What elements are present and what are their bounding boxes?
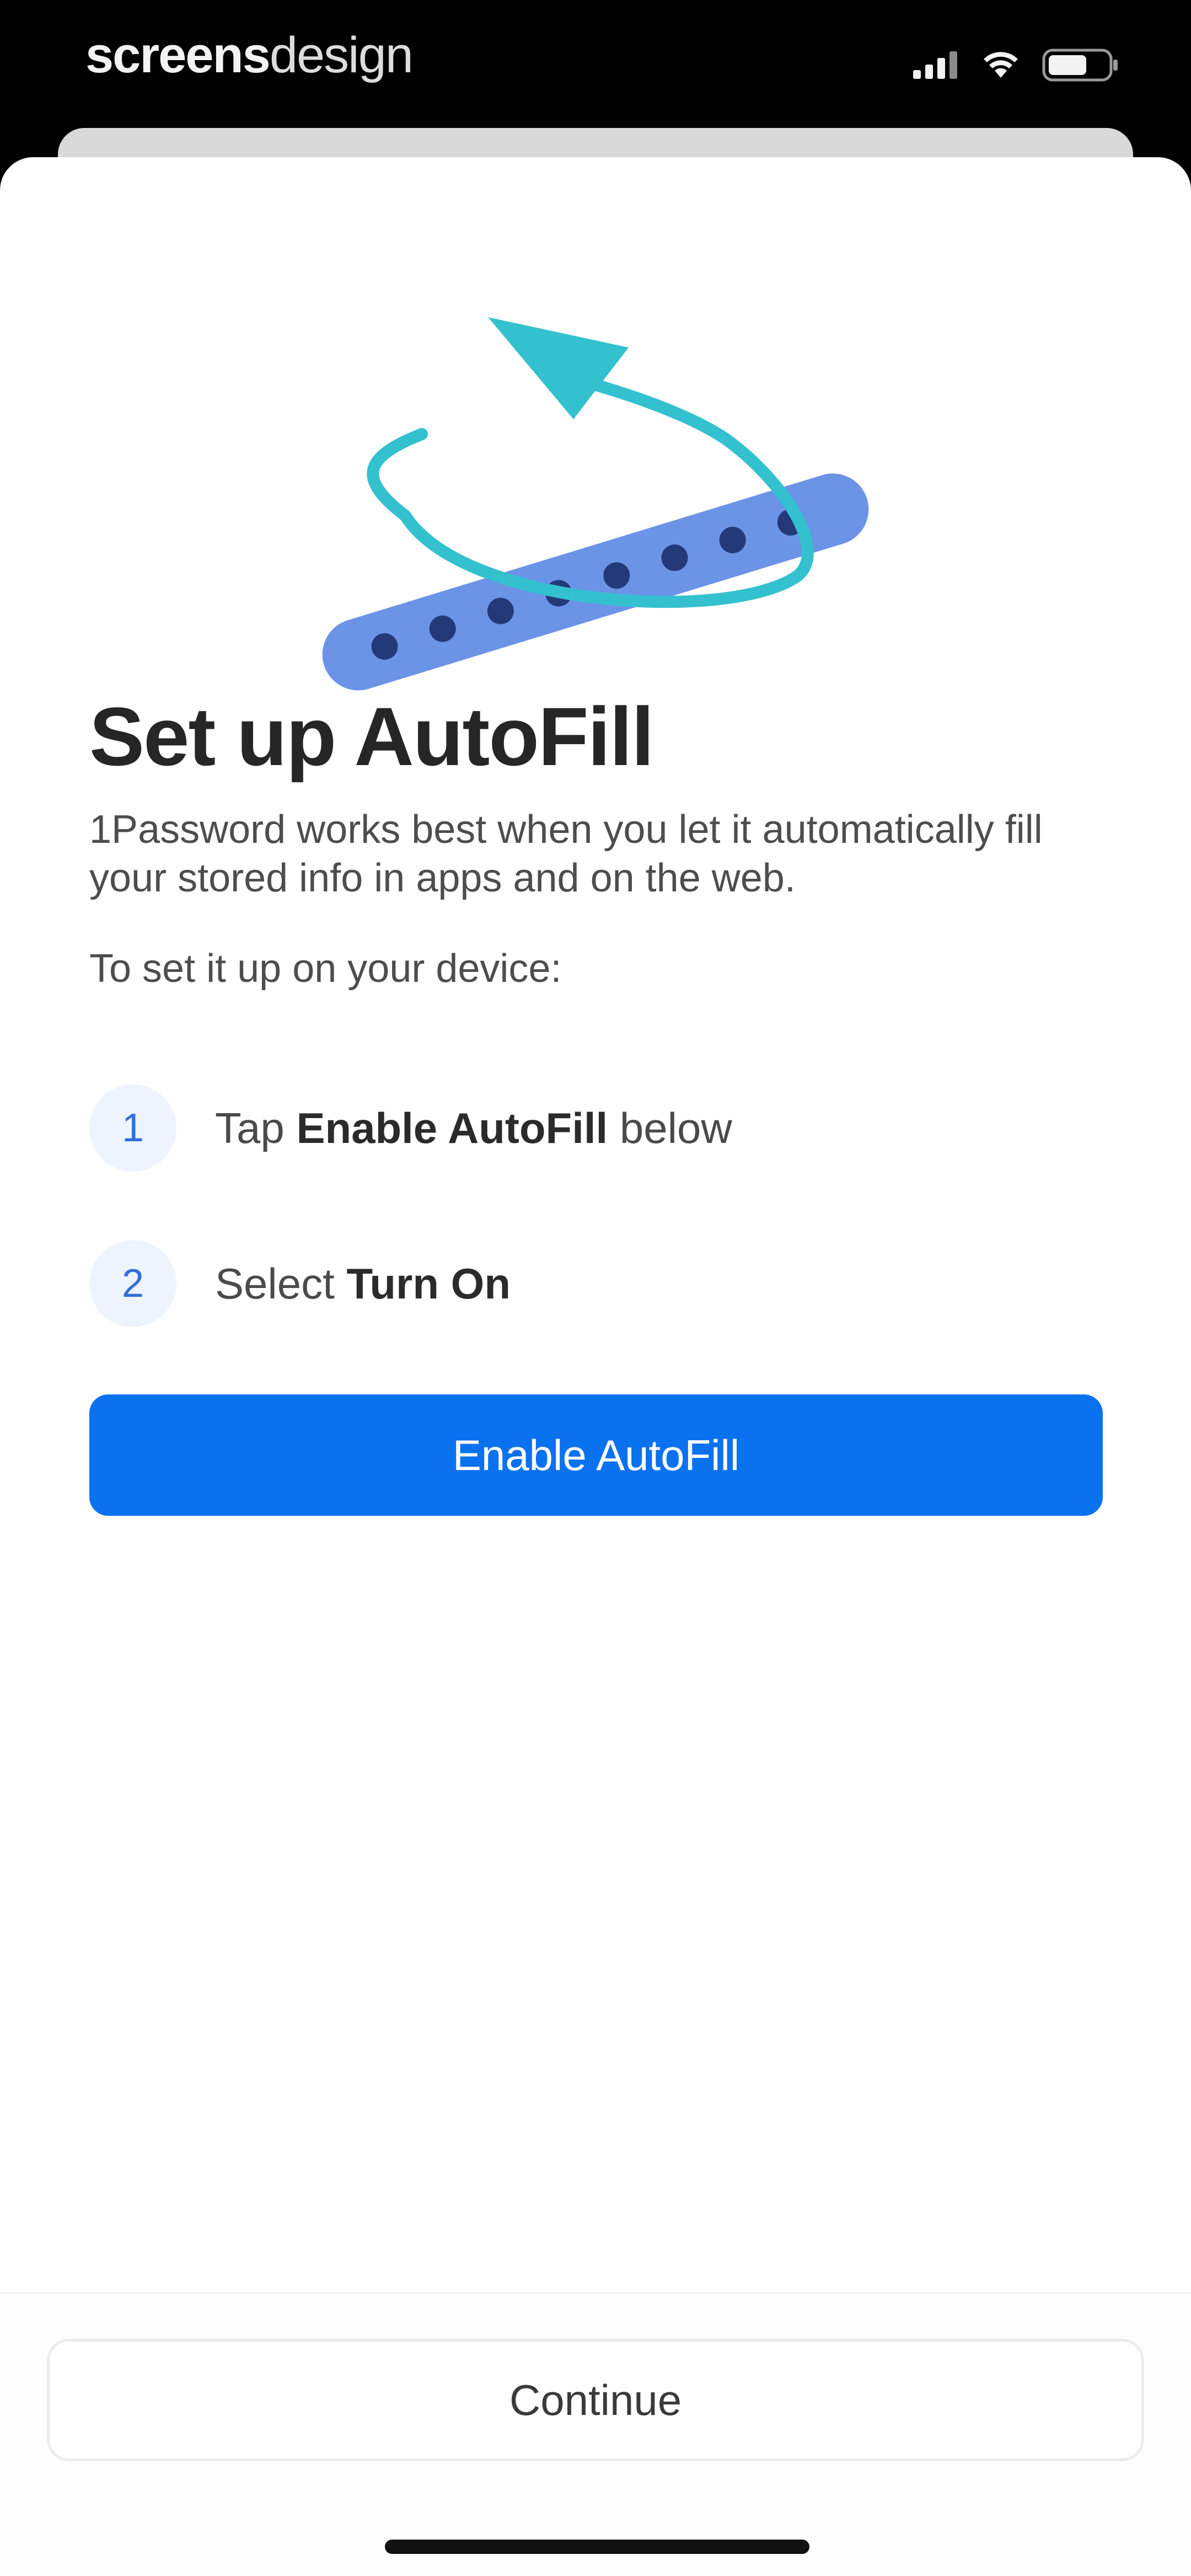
step-text: Tap Enable AutoFill below bbox=[215, 1103, 732, 1152]
status-bar: screensdesign bbox=[0, 0, 1191, 127]
wifi-icon bbox=[984, 52, 1018, 78]
step-item-1: 1 Tap Enable AutoFill below bbox=[89, 1084, 732, 1172]
status-icons bbox=[913, 49, 1119, 82]
step-number-badge: 2 bbox=[89, 1240, 176, 1327]
instructions-text: To set it up on your device: bbox=[89, 947, 562, 991]
step-text: Select Turn On bbox=[215, 1259, 511, 1308]
step-item-2: 2 Select Turn On bbox=[89, 1239, 511, 1328]
autofill-illustration bbox=[322, 317, 869, 691]
cellular-signal-icon bbox=[913, 51, 957, 79]
step-number-badge: 1 bbox=[89, 1084, 176, 1172]
brand-watermark: screensdesign bbox=[85, 27, 414, 83]
page-title: Set up AutoFill bbox=[89, 690, 654, 783]
enable-autofill-button[interactable]: Enable AutoFill bbox=[89, 1394, 1103, 1516]
app-screen: screensdesign Set up AutoFill 1Password … bbox=[0, 0, 1191, 2576]
continue-button[interactable]: Continue bbox=[47, 2339, 1144, 2461]
setup-sheet: Set up AutoFill 1Password works best whe… bbox=[0, 157, 1191, 2576]
battery-icon bbox=[1042, 49, 1118, 82]
home-indicator[interactable] bbox=[385, 2540, 809, 2554]
description-text: 1Password works best when you let it aut… bbox=[89, 808, 1043, 900]
